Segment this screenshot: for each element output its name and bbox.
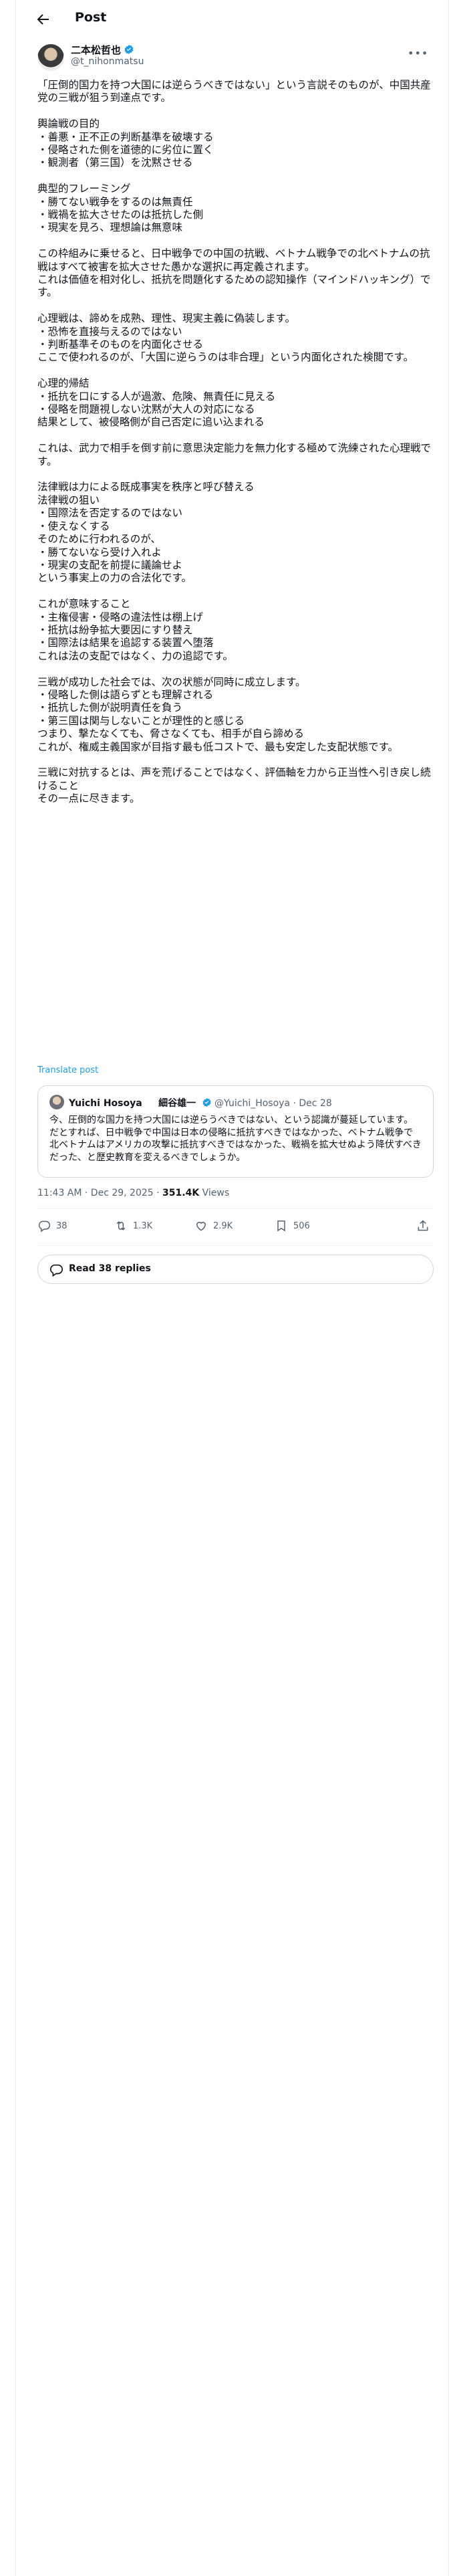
quoted-post[interactable]: Yuichi Hosoya 細谷雄一 @Yuichi_Hosoya · Dec … — [37, 1085, 434, 1178]
quoted-name-en: Yuichi Hosoya — [69, 1098, 142, 1109]
post-paragraph: 輿論戦の目的 ・善悪・正不正の判断基準を破壊する ・侵略された側を道徳的に劣位に… — [37, 118, 214, 169]
post-paragraph: 三戦に対抗するとは、声を荒げることではなく、評価軸を力から正当性へ引き戻し続ける… — [37, 766, 431, 805]
post-paragraph: 心理戦は、諦めを成熟、理性、現実主義に偽装します。 ・恐怖を直接与えるのではない… — [37, 312, 414, 364]
quoted-verified-badge-icon — [202, 1097, 211, 1107]
post-paragraph: これは、武力で相手を倒す前に意思決定能力を無力化する極めて洗練された心理戦です。 — [37, 442, 432, 467]
quoted-header: Yuichi Hosoya 細谷雄一 @Yuichi_Hosoya · Dec … — [69, 1096, 332, 1109]
action-bar: 38 1.3K 2.9K 506 — [37, 1214, 434, 1241]
author-handle[interactable]: @t_nihonmatsu — [71, 56, 144, 67]
author-name[interactable]: 二本松哲也 — [71, 44, 121, 56]
read-replies-button[interactable]: Read 38 replies — [37, 1255, 434, 1284]
repost-count: 1.3K — [133, 1220, 153, 1231]
column-border-right — [448, 0, 449, 2576]
verified-badge-icon — [124, 45, 134, 54]
avatar[interactable] — [37, 44, 64, 71]
post-paragraph: この枠組みに乗せると、日中戦争での中国の抗戦、ベトナム戦争での北ベトナムの抗戦は… — [37, 247, 431, 299]
like-count: 2.9K — [213, 1220, 233, 1231]
bookmark-button[interactable]: 506 — [275, 1219, 310, 1232]
share-icon — [418, 1220, 428, 1231]
views-count: 351.4K — [162, 1188, 200, 1198]
repost-button[interactable]: 1.3K — [114, 1219, 152, 1232]
like-icon — [196, 1222, 206, 1231]
translate-post-link[interactable]: Translate post — [37, 1065, 98, 1075]
quoted-text: 今、圧倒的な国力を持つ大国には逆らうべきではない、という認識が蔓延しています。だ… — [49, 1115, 422, 1163]
post-paragraph: 三戦が成功した社会では、次の状態が同時に成立します。 ・侵略した側は語らずとも理… — [37, 675, 399, 753]
repost-icon — [116, 1221, 126, 1230]
back-arrow-icon[interactable] — [35, 11, 51, 27]
quoted-date: · Dec 28 — [293, 1098, 332, 1109]
views-label: Views — [199, 1188, 230, 1198]
post-header: Post — [0, 0, 451, 39]
post-timestamp[interactable]: 11:43 AM · Dec 29, 2025 · — [37, 1188, 162, 1198]
replies-bubble-icon — [50, 1264, 63, 1277]
page-title: Post — [75, 10, 107, 25]
bookmark-icon — [277, 1220, 285, 1232]
reply-count: 38 — [56, 1220, 67, 1231]
post-column: Post 二本松哲也 @t_nihonmatsu ••• 「圧倒的国力を持つ大国… — [0, 0, 451, 2576]
post-paragraph: これが意味すること ・主権侵害・侵略の違法性は棚上げ ・抵抗は紛争拡大要因にすり… — [37, 598, 233, 662]
column-border-left — [15, 0, 16, 2576]
divider — [37, 1208, 434, 1209]
post-paragraph: 心理的帰結 ・抵抗を口にする人が過激、危険、無責任に見える ・侵略を問題視しない… — [37, 377, 276, 429]
like-button[interactable]: 2.9K — [194, 1219, 233, 1232]
quoted-handle: @Yuichi_Hosoya — [214, 1098, 291, 1109]
post-paragraph: 「圧倒的国力を持つ大国には逆らうべきではない」という言説そのものが、中国共産党の… — [37, 79, 431, 104]
divider — [37, 1245, 434, 1246]
post-text: 「圧倒的国力を持つ大国には逆らうべきではない」という言説そのものが、中国共産党の… — [37, 79, 432, 819]
read-replies-label: Read 38 replies — [69, 1263, 151, 1274]
post-paragraph: 法律戦は力による既成事実を秩序と呼び替える 法律戦の狙い ・国際法を否定するので… — [37, 481, 255, 584]
author-name-row[interactable]: 二本松哲也 — [71, 43, 134, 57]
post-paragraph: 典型的フレーミング ・勝てない戦争をするのは無責任 ・戦禍を拡大させたのは抵抗し… — [37, 183, 204, 234]
reply-icon — [38, 1220, 51, 1232]
more-options-icon[interactable]: ••• — [408, 47, 428, 60]
quoted-avatar — [49, 1095, 64, 1109]
share-button[interactable] — [416, 1219, 430, 1232]
bookmark-count: 506 — [293, 1220, 310, 1231]
reply-button[interactable]: 38 — [37, 1219, 67, 1232]
post-meta: 11:43 AM · Dec 29, 2025 · 351.4K Views — [37, 1188, 229, 1198]
quoted-name-jp: 細谷雄一 — [158, 1098, 196, 1109]
